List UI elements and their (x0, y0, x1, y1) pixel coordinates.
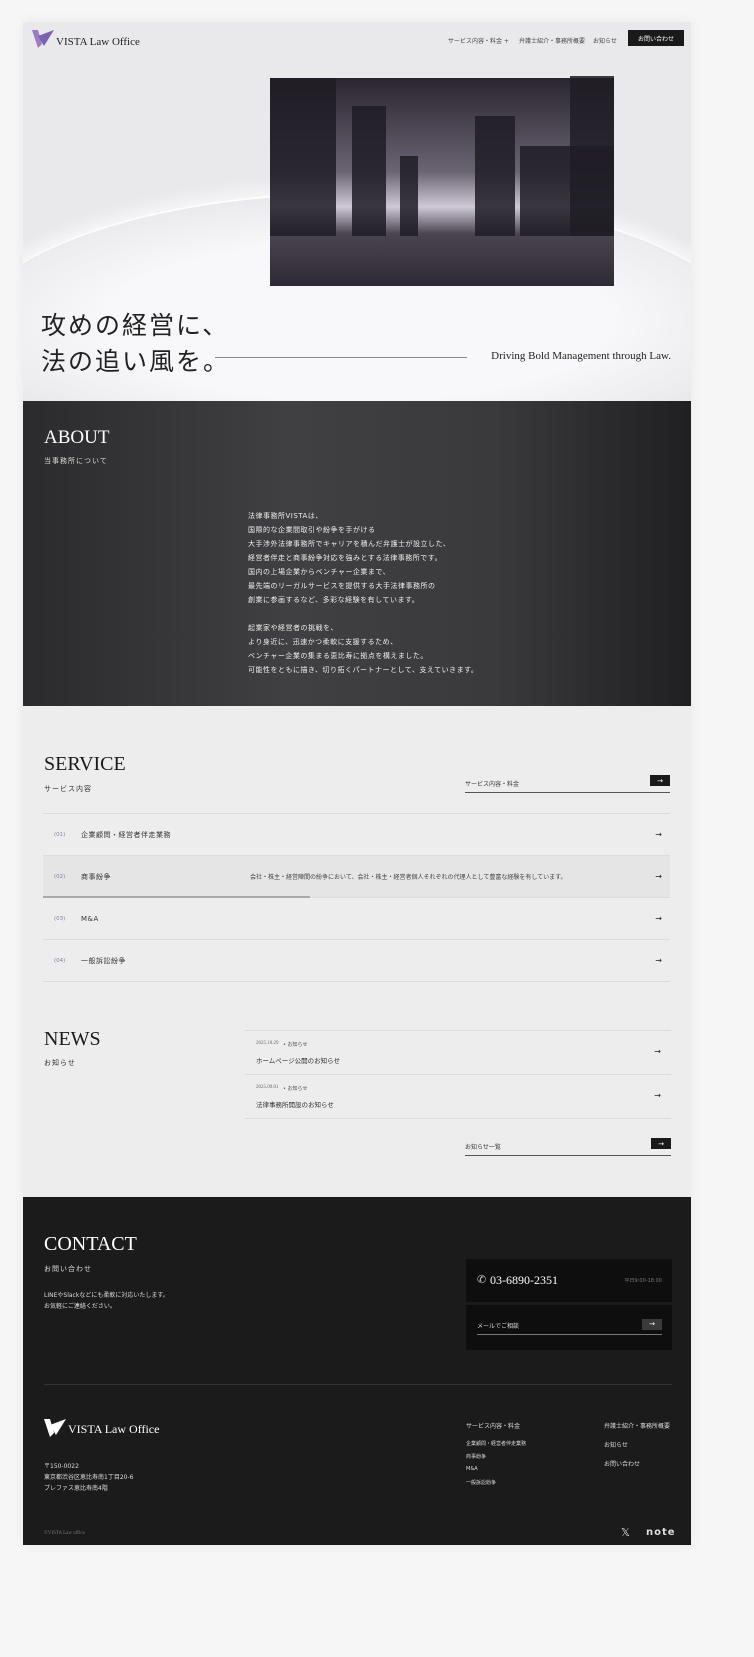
nav-news[interactable]: お知らせ (593, 36, 617, 45)
service-title: SERVICE (44, 753, 126, 775)
phone-number: 03-6890-2351 (490, 1273, 558, 1287)
news-title: NEWS (44, 1028, 101, 1050)
hero-city-image (270, 76, 614, 286)
about-body: 法律事務所VISTAは、 国際的な企業間取引や紛争を手がける 大手渉外法律事務所でキ… (248, 512, 479, 674)
footer-link[interactable]: 一般訴訟紛争 (466, 1479, 496, 1486)
news-item[interactable]: 2025.10.29 • お知らせ ホームページ公開のお知らせ → (245, 1031, 671, 1075)
footer-link[interactable]: M&A (466, 1466, 478, 1472)
arrow-icon: → (655, 872, 662, 881)
news-subtitle: お知らせ (44, 1059, 76, 1067)
phone-icon: ✆ (477, 1273, 487, 1286)
copyright: ©VISTA Law office (44, 1531, 85, 1536)
arrow-icon: → (650, 775, 670, 786)
footer-link[interactable]: 弁護士紹介・事務所概要 (604, 1421, 670, 1430)
logo[interactable]: VISTA Law Office (32, 30, 140, 48)
footer-link[interactable]: お知らせ (604, 1440, 628, 1449)
hero-headline-1: 攻めの経営に、 (41, 313, 230, 340)
arrow-icon: → (655, 914, 662, 923)
arrow-icon: → (654, 1091, 661, 1100)
contact-section: CONTACT お問い合わせ LINEやSlackなどにも柔軟に対応いたします。… (23, 1197, 691, 1545)
footer-link[interactable]: お問い合わせ (604, 1459, 640, 1468)
footer-link-services[interactable]: サービス内容・料金 (466, 1421, 520, 1430)
note-icon[interactable]: note (646, 1527, 676, 1538)
hero-tagline: Driving Bold Management through Law. (491, 350, 671, 362)
service-item[interactable]: (01) 企業顧問・経営者伴走業務 → (43, 814, 670, 856)
service-item[interactable]: (03) M&A → (43, 898, 670, 940)
arrow-icon: → (651, 1138, 671, 1149)
service-item[interactable]: (04) 一般訴訟紛争 → (43, 940, 670, 982)
footer-address: 〒150-0022 東京都渋谷区恵比寿南1丁目20-6 プレファス恵比寿南4階 (44, 1463, 134, 1492)
contact-text: LINEやSlackなどにも柔軟に対応いたします。 お気軽にご連絡ください。 (44, 1292, 169, 1310)
mail-box[interactable]: メールでご相談 → (466, 1305, 672, 1350)
arrow-icon: → (655, 830, 662, 839)
service-item-active[interactable]: (02) 商事紛争 会社・株主・経営陣間の紛争において、会社・株主・経営者個人それぞ… (43, 856, 670, 898)
business-hours: 平日9:00-18:00 (624, 1278, 662, 1284)
logo-mark-icon (32, 30, 54, 48)
arrow-icon: → (654, 1047, 661, 1056)
footer-link[interactable]: 商事紛争 (466, 1453, 486, 1460)
about-title: ABOUT (44, 427, 110, 448)
footer-link[interactable]: 企業顧問・経営者伴走業務 (466, 1440, 526, 1447)
about-section: ABOUT 当事務所について 法律事務所VISTAは、 国際的な企業間取引や紛争を… (23, 401, 691, 706)
news-item[interactable]: 2025.09.01 • お知らせ 法律事務所開設のお知らせ → (245, 1075, 671, 1119)
hero-section: VISTA Law Office サービス内容・料金 + 弁護士紹介・事務所概要… (23, 22, 691, 401)
contact-title: CONTACT (44, 1233, 137, 1255)
nav-services[interactable]: サービス内容・料金 + (448, 36, 509, 45)
x-icon[interactable]: 𝕏 (621, 1526, 630, 1539)
arrow-icon: → (642, 1319, 662, 1330)
service-link[interactable]: サービス内容・料金 → (465, 775, 670, 793)
hero-divider (215, 357, 467, 358)
arrow-icon: → (655, 956, 662, 965)
logo-mark-icon (44, 1419, 66, 1437)
page: VISTA Law Office サービス内容・料金 + 弁護士紹介・事務所概要… (23, 22, 691, 1545)
contact-subtitle: お問い合わせ (44, 1265, 92, 1273)
hero-headline-2: 法の追い風を。 (41, 349, 231, 376)
footer-logo[interactable]: VISTA Law Office (44, 1419, 159, 1437)
phone-box[interactable]: ✆ 03-6890-2351 平日9:00-18:00 (466, 1259, 672, 1302)
about-subtitle: 当事務所について (44, 457, 108, 465)
contact-button[interactable]: お問い合わせ (628, 30, 684, 46)
nav-lawyers[interactable]: 弁護士紹介・事務所概要 (519, 36, 585, 45)
logo-text: VISTA Law Office (56, 36, 140, 48)
news-list-link[interactable]: お知らせ一覧 → (465, 1138, 671, 1156)
service-subtitle: サービス内容 (44, 785, 92, 793)
footer-divider (44, 1384, 672, 1385)
